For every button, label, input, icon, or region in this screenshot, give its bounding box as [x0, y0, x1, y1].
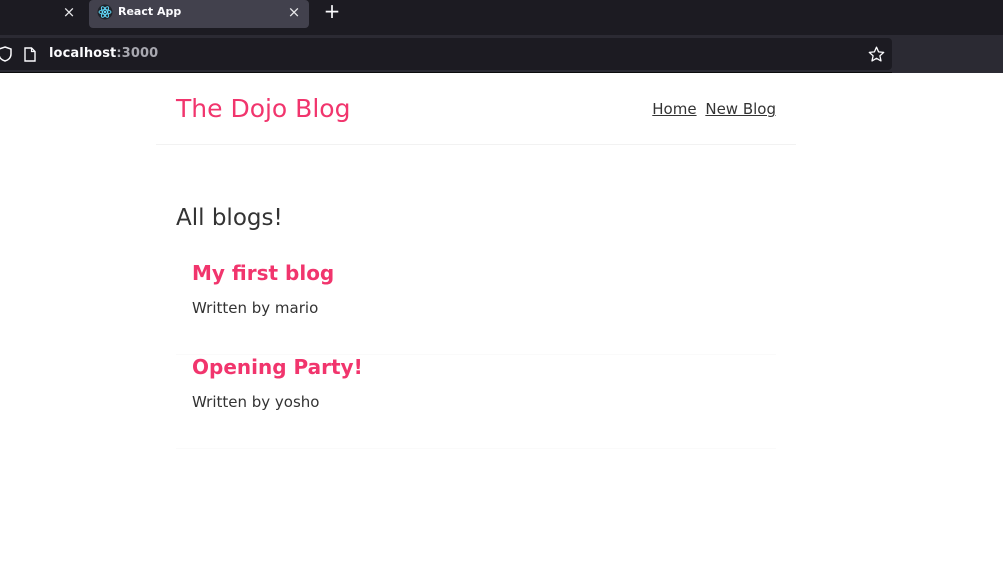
- nav-links: Home New Blog: [648, 100, 776, 118]
- site-navbar: The Dojo Blog Home New Blog: [156, 74, 796, 145]
- tab-title: React App: [118, 5, 182, 18]
- previous-tab-close-icon[interactable]: ×: [60, 3, 78, 21]
- url-text[interactable]: localhost:3000: [49, 46, 158, 61]
- url-bar[interactable]: localhost:3000: [0, 38, 892, 70]
- page-icon[interactable]: [24, 47, 36, 62]
- blog-author: Written by mario: [192, 299, 319, 317]
- url-host: localhost: [49, 46, 117, 61]
- react-favicon-icon: [97, 4, 113, 20]
- browser-toolbar: localhost:3000: [0, 35, 1003, 73]
- site-title: The Dojo Blog: [176, 94, 351, 123]
- blog-author: Written by yosho: [192, 393, 320, 411]
- blog-title[interactable]: My first blog: [192, 261, 334, 285]
- tab-react-app[interactable]: React App ×: [89, 0, 309, 28]
- tab-close-icon[interactable]: ×: [285, 3, 303, 21]
- page-heading: All blogs!: [176, 205, 283, 231]
- shield-icon[interactable]: [0, 46, 12, 62]
- main-content: All blogs! My first blog Written by mari…: [176, 205, 776, 449]
- browser-tab-bar: × React App × +: [0, 0, 1003, 35]
- blog-preview[interactable]: Opening Party! Written by yosho: [176, 355, 776, 449]
- blog-title[interactable]: Opening Party!: [192, 355, 363, 379]
- nav-link-new-blog[interactable]: New Blog: [705, 100, 776, 118]
- new-tab-plus-icon[interactable]: +: [322, 1, 342, 21]
- nav-link-home[interactable]: Home: [652, 100, 696, 118]
- toolbar-right-area: [892, 35, 1003, 73]
- bookmark-star-icon[interactable]: [868, 46, 885, 63]
- blog-preview[interactable]: My first blog Written by mario: [176, 261, 776, 355]
- url-port: :3000: [116, 46, 159, 61]
